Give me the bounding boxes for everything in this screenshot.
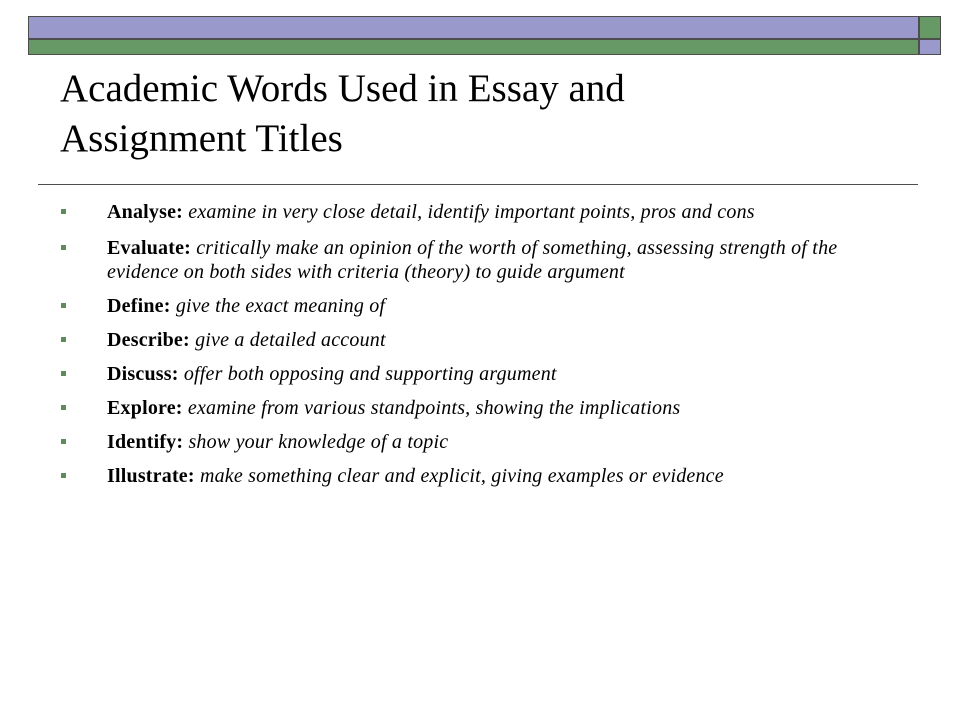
bullet-item-explore: Explore: examine from various standpoint… [60,396,910,420]
bullet-item-illustrate: Illustrate: make something clear and exp… [60,464,910,488]
square-bullet-icon [61,303,66,308]
title-divider [38,184,918,185]
bullet-definition: examine in very close detail, identify i… [188,201,755,223]
bullet-definition: show your knowledge of a topic [188,431,449,453]
bullet-term: Discuss: [107,363,184,385]
square-bullet-icon [61,371,66,376]
bullet-term: Analyse: [107,201,189,223]
corner-block-green [919,16,941,39]
bullet-definition: offer both opposing and supporting argum… [183,363,557,385]
bullet-term: Define: [107,295,176,317]
bullet-item-identify: Identify: show your knowledge of a topic [60,430,910,454]
square-bullet-icon [61,209,66,214]
bullet-list: Analyse: examine in very close detail, i… [60,200,910,488]
slide-title: Academic Words Used in Essay and Assignm… [60,64,900,164]
bullet-definition: give a detailed account [195,329,386,351]
square-bullet-icon [61,473,66,478]
bullet-item-discuss: Discuss: offer both opposing and support… [60,362,910,386]
square-bullet-icon [61,405,66,410]
square-bullet-icon [61,245,66,250]
bullet-term: Identify: [107,431,189,453]
bullet-item-describe: Describe: give a detailed account [60,328,910,352]
bullet-item-define: Define: give the exact meaning of [60,294,910,318]
corner-block-lavender [919,39,941,55]
bullet-term: Explore: [107,397,188,419]
slide-title-line-2: Assignment Titles [60,117,343,160]
header-band-lavender [28,16,919,39]
square-bullet-icon [61,439,66,444]
bullet-term: Describe: [107,329,196,351]
bullet-item-analyse: Analyse: examine in very close detail, i… [60,200,910,224]
slide-title-line-1: Academic Words Used in Essay and [60,67,625,110]
bullet-term: Evaluate: [107,237,197,259]
bullet-definition: make something clear and explicit, givin… [199,465,724,487]
bullet-item-evaluate: Evaluate: critically make an opinion of … [60,236,910,284]
square-bullet-icon [61,337,66,342]
bullet-definition: critically make an opinion of the worth … [107,237,838,283]
bullet-definition: give the exact meaning of [175,295,386,317]
bullet-definition: examine from various standpoints, showin… [187,397,681,419]
header-band-green [28,39,919,55]
bullet-term: Illustrate: [107,465,200,487]
